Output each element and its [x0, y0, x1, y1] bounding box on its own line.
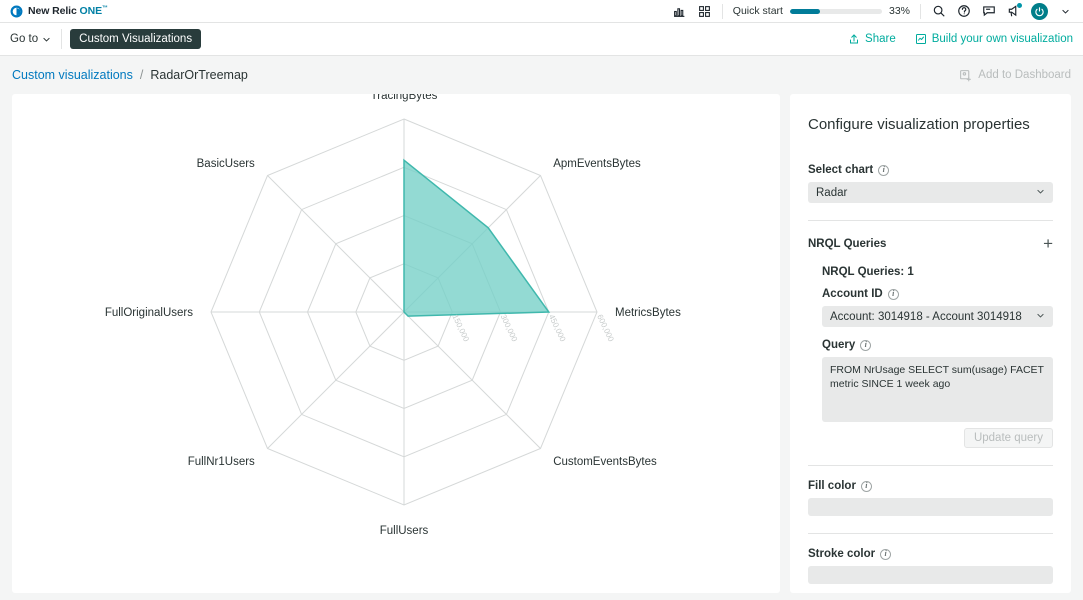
toolbar-divider-2: [920, 3, 921, 19]
radar-axis-label: FullUsers: [380, 525, 429, 537]
stroke-color-label: Stroke color i: [808, 548, 1053, 560]
chart-line-icon: [915, 34, 926, 44]
charts-icon[interactable]: [672, 4, 687, 19]
breadcrumb: Custom visualizations / RadarOrTreemap A…: [0, 56, 1083, 94]
radar-chart-svg: 150,000 300,000 450,000 600,000 TracingBytes…: [105, 90, 681, 537]
info-icon[interactable]: i: [860, 480, 872, 492]
divider: [808, 220, 1053, 221]
go-to-menu[interactable]: Go to: [10, 33, 61, 45]
nrql-queries-label: NRQL Queries: [808, 237, 887, 250]
nav-divider: [61, 29, 63, 49]
avatar[interactable]: [1031, 2, 1048, 20]
select-chart-label: Select chart i: [808, 164, 1053, 176]
top-bar-actions: Quick start 33%: [672, 2, 1073, 20]
account-id-label: Account ID i: [822, 288, 1053, 300]
radar-axis-label: TracingBytes: [371, 94, 438, 102]
radar-tick-label: 450,000: [547, 313, 568, 344]
add-to-dashboard-label: Add to Dashboard: [978, 69, 1071, 81]
radar-axis-label: BasicUsers: [197, 158, 255, 170]
radar-axis-label: FullOriginalUsers: [105, 307, 193, 319]
breadcrumb-current: RadarOrTreemap: [150, 68, 248, 82]
radar-axis-label: ApmEventsBytes: [553, 158, 641, 170]
select-chart-value: Radar: [816, 186, 848, 199]
select-chart-label-text: Select chart: [808, 164, 874, 176]
account-id-dropdown[interactable]: Account: 3014918 - Account 3014918: [822, 306, 1053, 327]
fill-color-label-text: Fill color: [808, 480, 856, 492]
build-label: Build your own visualization: [931, 33, 1073, 45]
radar-tick-label: 300,000: [499, 313, 520, 344]
nrql-queries-header: NRQL Queries +: [808, 235, 1053, 252]
apps-grid-icon[interactable]: [697, 4, 712, 19]
account-id-value: Account: 3014918 - Account 3014918: [830, 310, 1022, 323]
brand-new-relic: New Relic: [28, 5, 77, 17]
brand-one: ONE: [79, 5, 103, 17]
nav-bar-actions: Share Build your own visualization: [848, 33, 1073, 45]
fill-color-input[interactable]: [808, 498, 1053, 516]
select-chart-dropdown[interactable]: Radar: [808, 182, 1053, 203]
configure-panel: Configure visualization properties Selec…: [790, 94, 1071, 593]
new-relic-logo-icon: [10, 5, 23, 17]
fill-color-label: Fill color i: [808, 480, 1053, 492]
info-icon[interactable]: i: [878, 164, 890, 176]
radar-series-area[interactable]: [403, 158, 551, 317]
stroke-color-label-text: Stroke color: [808, 548, 876, 560]
quick-start-progress-fill: [789, 8, 821, 14]
radar-axis-label: FullNr1Users: [188, 456, 255, 468]
radar-chart[interactable]: 150,000 300,000 450,000 600,000 TracingBytes…: [12, 90, 780, 593]
radar-tick-label: 150,000: [450, 313, 471, 344]
quick-start-widget[interactable]: Quick start 33%: [733, 5, 910, 17]
search-icon[interactable]: [931, 4, 946, 19]
chevron-down-icon: [43, 37, 50, 42]
info-icon[interactable]: i: [880, 548, 892, 560]
radar-axis-label: CustomEventsBytes: [553, 456, 657, 468]
build-your-own-visualization-button[interactable]: Build your own visualization: [915, 33, 1073, 45]
brand-trademark: ™: [102, 5, 108, 12]
breadcrumb-separator: /: [139, 68, 144, 82]
help-icon[interactable]: [956, 4, 971, 19]
panel-title: Configure visualization properties: [808, 116, 1030, 133]
nav-bar: Go to Custom Visualizations Share Build …: [0, 23, 1083, 56]
announcement-icon-wrap[interactable]: [1006, 2, 1022, 19]
add-to-dashboard-icon: [960, 69, 972, 81]
quick-start-progress-bar: [789, 8, 882, 14]
chevron-down-icon: [1036, 187, 1045, 198]
update-query-button[interactable]: Update query: [963, 428, 1053, 448]
chevron-down-icon[interactable]: [1058, 4, 1073, 19]
plus-icon[interactable]: +: [1043, 235, 1053, 252]
quick-start-label: Quick start: [732, 5, 783, 17]
top-bar: New Relic ONE™ Quick start 33%: [0, 0, 1083, 23]
notification-badge: [1017, 2, 1022, 8]
tab-custom-visualizations[interactable]: Custom Visualizations: [70, 29, 202, 49]
chart-card: 150,000 300,000 450,000 600,000 TracingBytes…: [12, 90, 780, 593]
add-to-dashboard-button[interactable]: Add to Dashboard: [959, 69, 1071, 82]
share-button[interactable]: Share: [848, 33, 896, 45]
stroke-color-input[interactable]: [808, 566, 1053, 584]
brand-name: New Relic ONE™: [28, 5, 108, 17]
query-actions: Update query: [822, 422, 1053, 448]
chevron-down-icon: [1036, 311, 1045, 322]
feedback-icon[interactable]: [981, 4, 996, 19]
share-label: Share: [865, 33, 896, 45]
go-to-label: Go to: [10, 33, 39, 45]
divider-2: [808, 465, 1053, 466]
account-id-label-text: Account ID: [822, 288, 883, 300]
query-label: Query i: [822, 339, 1053, 351]
info-icon[interactable]: i: [860, 339, 872, 351]
info-icon[interactable]: i: [887, 288, 899, 300]
toolbar-divider: [721, 3, 723, 19]
main-content: 150,000 300,000 450,000 600,000 TracingBytes…: [0, 90, 1083, 593]
query-input[interactable]: FROM NrUsage SELECT sum(usage) FACET met…: [822, 357, 1053, 422]
quick-start-percent: 33%: [888, 5, 910, 17]
nrql-queries-count: NRQL Queries: 1: [822, 266, 914, 278]
breadcrumb-parent-link[interactable]: Custom visualizations: [12, 68, 133, 82]
radar-tick-label: 600,000: [595, 313, 616, 344]
radar-axis-label: MetricsBytes: [615, 307, 681, 319]
divider-3: [808, 533, 1053, 534]
query-label-text: Query: [822, 339, 856, 351]
brand-logo-group[interactable]: New Relic ONE™: [10, 5, 108, 18]
share-icon: [850, 34, 859, 44]
nrql-query-group: NRQL Queries: 1 Account ID i Account: 30…: [822, 266, 1053, 448]
